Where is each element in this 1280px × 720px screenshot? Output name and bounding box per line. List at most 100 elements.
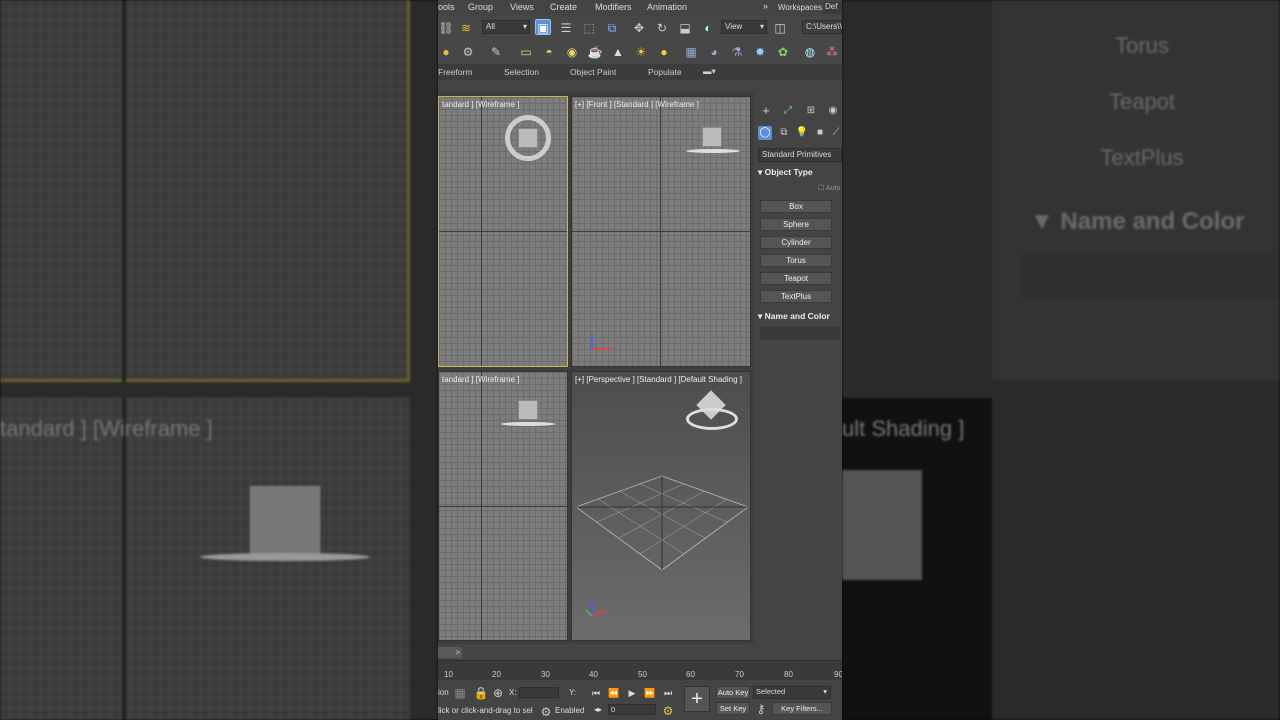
name-and-color-rollout[interactable]: ▾ Name and Color (758, 309, 842, 323)
window-crossing-icon[interactable]: ⧉ (604, 20, 620, 36)
shapes-category-icon[interactable]: ⧉ (777, 126, 791, 140)
viewport-front-label[interactable]: [+] [Front ] [Standard ] [Wireframe ] (575, 100, 699, 109)
menu-more-icon[interactable]: » (763, 1, 768, 11)
bg-btn-textplus: TextPlus (1025, 134, 1259, 182)
project-path-field[interactable]: C:\Users\V (802, 20, 842, 34)
workspaces-dropdown[interactable]: Def (823, 2, 842, 14)
sphere-button[interactable]: Sphere (760, 218, 832, 231)
select-object-icon[interactable]: ▣ (535, 19, 551, 35)
viewcube-ring[interactable] (501, 422, 555, 426)
reference-coord-dropdown[interactable]: View ▾ (721, 20, 767, 34)
viewport-perspective[interactable]: [+] [Perspective ] [Standard ] [Default … (571, 371, 751, 641)
menu-modifiers[interactable]: Modifiers (595, 2, 632, 12)
go-to-end-icon[interactable]: ⏭ (662, 687, 674, 699)
motion-tab-icon[interactable]: ◉ (826, 104, 840, 118)
menu-tools[interactable]: ools (438, 2, 455, 12)
viewcube-ring[interactable] (686, 149, 740, 153)
color-palette-icon[interactable]: ⁂ (824, 44, 840, 60)
x-coordinate-field[interactable] (519, 687, 559, 698)
rotate-icon[interactable]: ↻ (654, 20, 670, 36)
primitive-category-dropdown[interactable]: Standard Primitives (758, 148, 842, 162)
teapot-icon[interactable]: ☕ (587, 44, 603, 60)
tool-icon-2[interactable]: ⚙ (460, 44, 476, 60)
adaptive-degradation-icon[interactable]: ⚙ (538, 704, 554, 720)
plant-icon[interactable]: ✿ (775, 44, 791, 60)
absolute-mode-icon[interactable]: ⊕ (490, 685, 506, 701)
object-type-rollout[interactable]: ▾ Object Type (758, 165, 842, 179)
cone-icon[interactable]: ▲ (610, 44, 626, 60)
light-tool-icon[interactable]: ● (438, 44, 454, 60)
object-name-field[interactable] (760, 326, 840, 340)
plane-icon[interactable]: ▭ (518, 44, 534, 60)
menu-group[interactable]: Group (468, 2, 493, 12)
go-to-start-icon[interactable]: ⏮ (590, 687, 602, 699)
viewport-left[interactable]: tandard ] [Wireframe ] (438, 371, 568, 641)
box-button[interactable]: Box (760, 200, 832, 213)
ribbon-tab-selection[interactable]: Selection (504, 67, 539, 77)
helpers-category-icon[interactable]: ⟋ (829, 126, 842, 140)
set-key-big-icon[interactable]: + (684, 686, 710, 712)
viewcube-icon[interactable] (518, 128, 538, 148)
render-setup-icon[interactable]: ⚗ (729, 44, 745, 60)
selection-lock-icon[interactable]: ▦ (452, 685, 468, 701)
viewcube-icon[interactable] (702, 127, 722, 147)
modify-tab-icon[interactable]: ⤢ (781, 104, 795, 118)
ribbon-options-icon[interactable]: ▬▾ (703, 66, 716, 77)
menu-create[interactable]: Create (550, 2, 577, 12)
select-by-name-icon[interactable]: ☰ (558, 20, 574, 36)
set-key-button[interactable]: Set Key (716, 702, 750, 715)
previous-frame-icon[interactable]: ⏪ (608, 687, 620, 699)
render-icon[interactable]: ◍ (802, 44, 818, 60)
key-filters-button[interactable]: Key Filters... (772, 702, 832, 715)
material-icon[interactable]: ◕ (706, 44, 722, 60)
key-mode-icon[interactable]: ⚷ (753, 701, 769, 717)
key-set-dropdown[interactable]: Selected ▾ (753, 686, 831, 699)
scale-icon[interactable]: ⬓ (677, 20, 693, 36)
geometry-category-icon[interactable]: ◯ (758, 126, 772, 140)
link-icon[interactable]: ⛓ (438, 20, 454, 36)
create-tab-icon[interactable]: + (759, 104, 773, 118)
key-arrows-icon[interactable]: ◂▸ (594, 705, 602, 714)
placement-icon[interactable]: ◐ (700, 20, 716, 36)
hemisphere-icon[interactable]: ◓ (541, 44, 557, 60)
lock-icon[interactable]: 🔒 (473, 685, 489, 701)
cameras-category-icon[interactable]: ■ (813, 126, 827, 140)
auto-key-button[interactable]: Auto Key (716, 686, 750, 699)
bind-spacewarp-icon[interactable]: ≋ (458, 20, 474, 36)
sphere-icon[interactable]: ◉ (564, 44, 580, 60)
sun-icon[interactable]: ☀ (633, 44, 649, 60)
viewport-top[interactable]: tandard ] [Wireframe ] (438, 96, 568, 367)
rect-selection-icon[interactable]: ⬚ (581, 20, 597, 36)
cylinder-button[interactable]: Cylinder (760, 236, 832, 249)
ribbon-tab-freeform[interactable]: Freeform (438, 67, 472, 77)
track-bar[interactable]: 10 20 30 40 50 60 70 80 90 (438, 660, 842, 680)
move-icon[interactable]: ✥ (631, 20, 647, 36)
viewport-top-label[interactable]: tandard ] [Wireframe ] (442, 100, 519, 109)
omni-light-icon[interactable]: ● (656, 44, 672, 60)
paint-icon[interactable]: ✎ (488, 44, 504, 60)
environment-icon[interactable]: ✸ (752, 44, 768, 60)
viewport-left-label[interactable]: tandard ] [Wireframe ] (442, 375, 519, 384)
viewcube-ring[interactable] (686, 408, 738, 430)
menu-views[interactable]: Views (510, 2, 534, 12)
lights-category-icon[interactable]: 💡 (795, 126, 809, 140)
menu-animation[interactable]: Animation (647, 2, 687, 12)
ribbon-tab-object-paint[interactable]: Object Paint (570, 67, 616, 77)
teapot-button[interactable]: Teapot (760, 272, 832, 285)
selection-filter-dropdown[interactable]: All ▾ (482, 20, 530, 34)
ribbon-tab-populate[interactable]: Populate (648, 67, 682, 77)
next-frame-icon[interactable]: ⏩ (644, 687, 656, 699)
current-frame-field[interactable]: 0 (608, 704, 656, 715)
hierarchy-tab-icon[interactable]: ⊞ (804, 104, 818, 118)
torus-button[interactable]: Torus (760, 254, 832, 267)
grid-icon[interactable]: ▦ (683, 44, 699, 60)
time-slider[interactable]: > (438, 647, 462, 658)
pivot-icon[interactable]: ◫ (772, 20, 788, 36)
viewcube-icon[interactable] (518, 400, 538, 420)
bg-btn-torus: Torus (1025, 22, 1259, 70)
time-config-icon[interactable]: ⚙ (660, 703, 676, 719)
textplus-button[interactable]: TextPlus (760, 290, 832, 303)
play-icon[interactable]: ▶ (626, 687, 638, 699)
autogrid-checkbox[interactable]: ☐ Auto (818, 184, 840, 192)
viewport-front[interactable]: [+] [Front ] [Standard ] [Wireframe ] (571, 96, 751, 367)
